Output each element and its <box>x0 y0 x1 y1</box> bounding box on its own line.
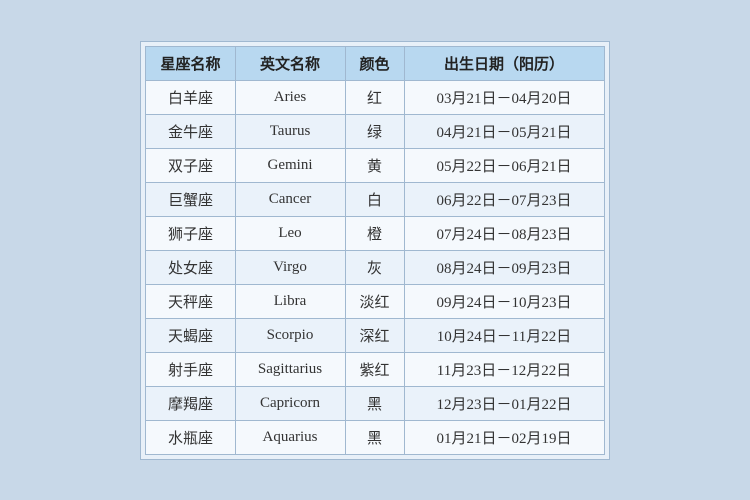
cell-color: 橙 <box>345 216 404 250</box>
table-body: 白羊座Aries红03月21日－04月20日金牛座Taurus绿04月21日－0… <box>146 80 604 454</box>
cell-date: 10月24日－11月22日 <box>404 318 604 352</box>
cell-date: 07月24日－08月23日 <box>404 216 604 250</box>
cell-color: 紫红 <box>345 352 404 386</box>
table-row: 白羊座Aries红03月21日－04月20日 <box>146 80 604 114</box>
cell-cn: 白羊座 <box>146 80 235 114</box>
cell-color: 灰 <box>345 250 404 284</box>
header-date: 出生日期（阳历） <box>404 46 604 80</box>
cell-en: Gemini <box>235 148 345 182</box>
cell-en: Scorpio <box>235 318 345 352</box>
cell-color: 淡红 <box>345 284 404 318</box>
cell-date: 03月21日－04月20日 <box>404 80 604 114</box>
header-cn: 星座名称 <box>146 46 235 80</box>
cell-cn: 摩羯座 <box>146 386 235 420</box>
cell-color: 绿 <box>345 114 404 148</box>
cell-en: Sagittarius <box>235 352 345 386</box>
cell-date: 09月24日－10月23日 <box>404 284 604 318</box>
cell-cn: 天蝎座 <box>146 318 235 352</box>
table-row: 双子座Gemini黄05月22日－06月21日 <box>146 148 604 182</box>
cell-date: 12月23日－01月22日 <box>404 386 604 420</box>
cell-date: 08月24日－09月23日 <box>404 250 604 284</box>
table-row: 射手座Sagittarius紫红11月23日－12月22日 <box>146 352 604 386</box>
cell-date: 04月21日－05月21日 <box>404 114 604 148</box>
cell-color: 深红 <box>345 318 404 352</box>
cell-en: Aries <box>235 80 345 114</box>
cell-en: Capricorn <box>235 386 345 420</box>
cell-en: Cancer <box>235 182 345 216</box>
cell-color: 黄 <box>345 148 404 182</box>
cell-color: 黑 <box>345 386 404 420</box>
cell-cn: 双子座 <box>146 148 235 182</box>
header-en: 英文名称 <box>235 46 345 80</box>
table-row: 金牛座Taurus绿04月21日－05月21日 <box>146 114 604 148</box>
cell-en: Aquarius <box>235 420 345 454</box>
cell-date: 06月22日－07月23日 <box>404 182 604 216</box>
cell-color: 黑 <box>345 420 404 454</box>
cell-date: 05月22日－06月21日 <box>404 148 604 182</box>
table-row: 狮子座Leo橙07月24日－08月23日 <box>146 216 604 250</box>
cell-en: Leo <box>235 216 345 250</box>
table-row: 摩羯座Capricorn黑12月23日－01月22日 <box>146 386 604 420</box>
cell-date: 11月23日－12月22日 <box>404 352 604 386</box>
cell-en: Virgo <box>235 250 345 284</box>
table-row: 巨蟹座Cancer白06月22日－07月23日 <box>146 182 604 216</box>
cell-cn: 狮子座 <box>146 216 235 250</box>
cell-color: 白 <box>345 182 404 216</box>
cell-cn: 处女座 <box>146 250 235 284</box>
cell-date: 01月21日－02月19日 <box>404 420 604 454</box>
cell-en: Taurus <box>235 114 345 148</box>
table-row: 天蝎座Scorpio深红10月24日－11月22日 <box>146 318 604 352</box>
zodiac-table: 星座名称 英文名称 颜色 出生日期（阳历） 白羊座Aries红03月21日－04… <box>145 46 604 455</box>
table-row: 天秤座Libra淡红09月24日－10月23日 <box>146 284 604 318</box>
table-row: 处女座Virgo灰08月24日－09月23日 <box>146 250 604 284</box>
header-color: 颜色 <box>345 46 404 80</box>
table-row: 水瓶座Aquarius黑01月21日－02月19日 <box>146 420 604 454</box>
cell-cn: 巨蟹座 <box>146 182 235 216</box>
cell-cn: 射手座 <box>146 352 235 386</box>
cell-cn: 天秤座 <box>146 284 235 318</box>
cell-en: Libra <box>235 284 345 318</box>
table-header-row: 星座名称 英文名称 颜色 出生日期（阳历） <box>146 46 604 80</box>
cell-cn: 金牛座 <box>146 114 235 148</box>
zodiac-table-container: 星座名称 英文名称 颜色 出生日期（阳历） 白羊座Aries红03月21日－04… <box>140 41 609 460</box>
cell-color: 红 <box>345 80 404 114</box>
cell-cn: 水瓶座 <box>146 420 235 454</box>
